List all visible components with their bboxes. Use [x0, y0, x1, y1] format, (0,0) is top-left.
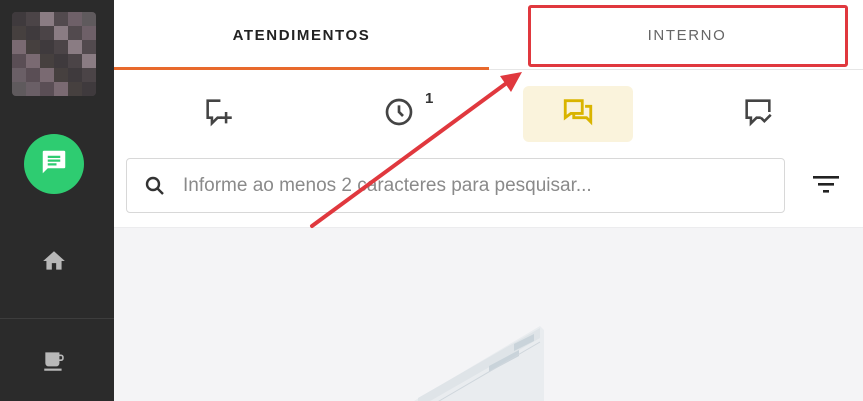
avatar-pixel — [40, 82, 54, 96]
conversations-icon — [561, 95, 595, 134]
search-box[interactable]: Informe ao menos 2 caracteres para pesqu… — [126, 158, 785, 213]
toolbar: 1 — [114, 70, 863, 155]
main-panel: ATENDIMENTOS INTERNO 1 Informe ao menos … — [114, 0, 863, 401]
home-button[interactable] — [37, 246, 71, 280]
avatar-pixel — [68, 12, 82, 26]
avatar-pixel — [12, 26, 26, 40]
avatar-pixel — [40, 12, 54, 26]
avatar-pixel — [26, 54, 40, 68]
avatar-pixel — [26, 68, 40, 82]
sidebar — [0, 0, 114, 401]
new-chat-button[interactable] — [164, 86, 274, 142]
new-chat-icon — [202, 95, 236, 134]
avatar-pixel — [26, 26, 40, 40]
avatar-pixel — [54, 68, 68, 82]
avatar-pixel — [82, 26, 96, 40]
avatar-pixel — [12, 82, 26, 96]
avatar-pixel — [12, 40, 26, 54]
avatar-pixel — [82, 68, 96, 82]
avatar-pixel — [40, 26, 54, 40]
avatar-pixel — [12, 54, 26, 68]
filter-button[interactable] — [806, 170, 846, 202]
avatar-pixel — [40, 54, 54, 68]
highlight-annotation — [528, 5, 848, 67]
pending-button[interactable] — [344, 86, 454, 142]
avatar-pixel — [54, 12, 68, 26]
chat-icon — [39, 147, 69, 182]
empty-state-illustration — [414, 326, 544, 401]
avatar-pixel — [68, 68, 82, 82]
avatar-pixel — [54, 54, 68, 68]
avatar-pixel — [12, 12, 26, 26]
avatar-pixel — [68, 82, 82, 96]
avatar-pixel — [68, 26, 82, 40]
avatar-pixel — [40, 68, 54, 82]
coffee-button[interactable] — [37, 346, 71, 380]
chat-button[interactable] — [24, 134, 84, 194]
sidebar-divider — [0, 318, 114, 319]
avatar-pixel — [26, 40, 40, 54]
avatar-pixel — [82, 54, 96, 68]
content-area — [114, 227, 863, 401]
avatar-pixel — [26, 82, 40, 96]
filter-icon — [811, 172, 841, 201]
avatar-pixel — [68, 40, 82, 54]
avatar-pixel — [40, 40, 54, 54]
avatar-pixel — [82, 82, 96, 96]
avatar-pixel — [54, 26, 68, 40]
avatar-pixel — [82, 40, 96, 54]
chat-done-icon — [741, 95, 775, 134]
avatar[interactable] — [12, 12, 96, 96]
avatar-pixel — [54, 40, 68, 54]
pending-count-badge: 1 — [425, 90, 434, 107]
finished-chats-button[interactable] — [703, 86, 813, 142]
search-icon — [127, 158, 183, 213]
tab-bar: ATENDIMENTOS INTERNO — [114, 0, 863, 70]
coffee-icon — [41, 348, 67, 379]
avatar-pixel — [54, 82, 68, 96]
avatar-pixel — [12, 68, 26, 82]
search-input[interactable]: Informe ao menos 2 caracteres para pesqu… — [183, 175, 592, 197]
avatar-pixel — [26, 12, 40, 26]
clock-icon — [383, 96, 415, 133]
home-icon — [41, 248, 67, 279]
conversations-button[interactable] — [523, 86, 633, 142]
tab-atendimentos[interactable]: ATENDIMENTOS — [114, 0, 489, 70]
avatar-pixel — [82, 12, 96, 26]
avatar-pixel — [68, 54, 82, 68]
